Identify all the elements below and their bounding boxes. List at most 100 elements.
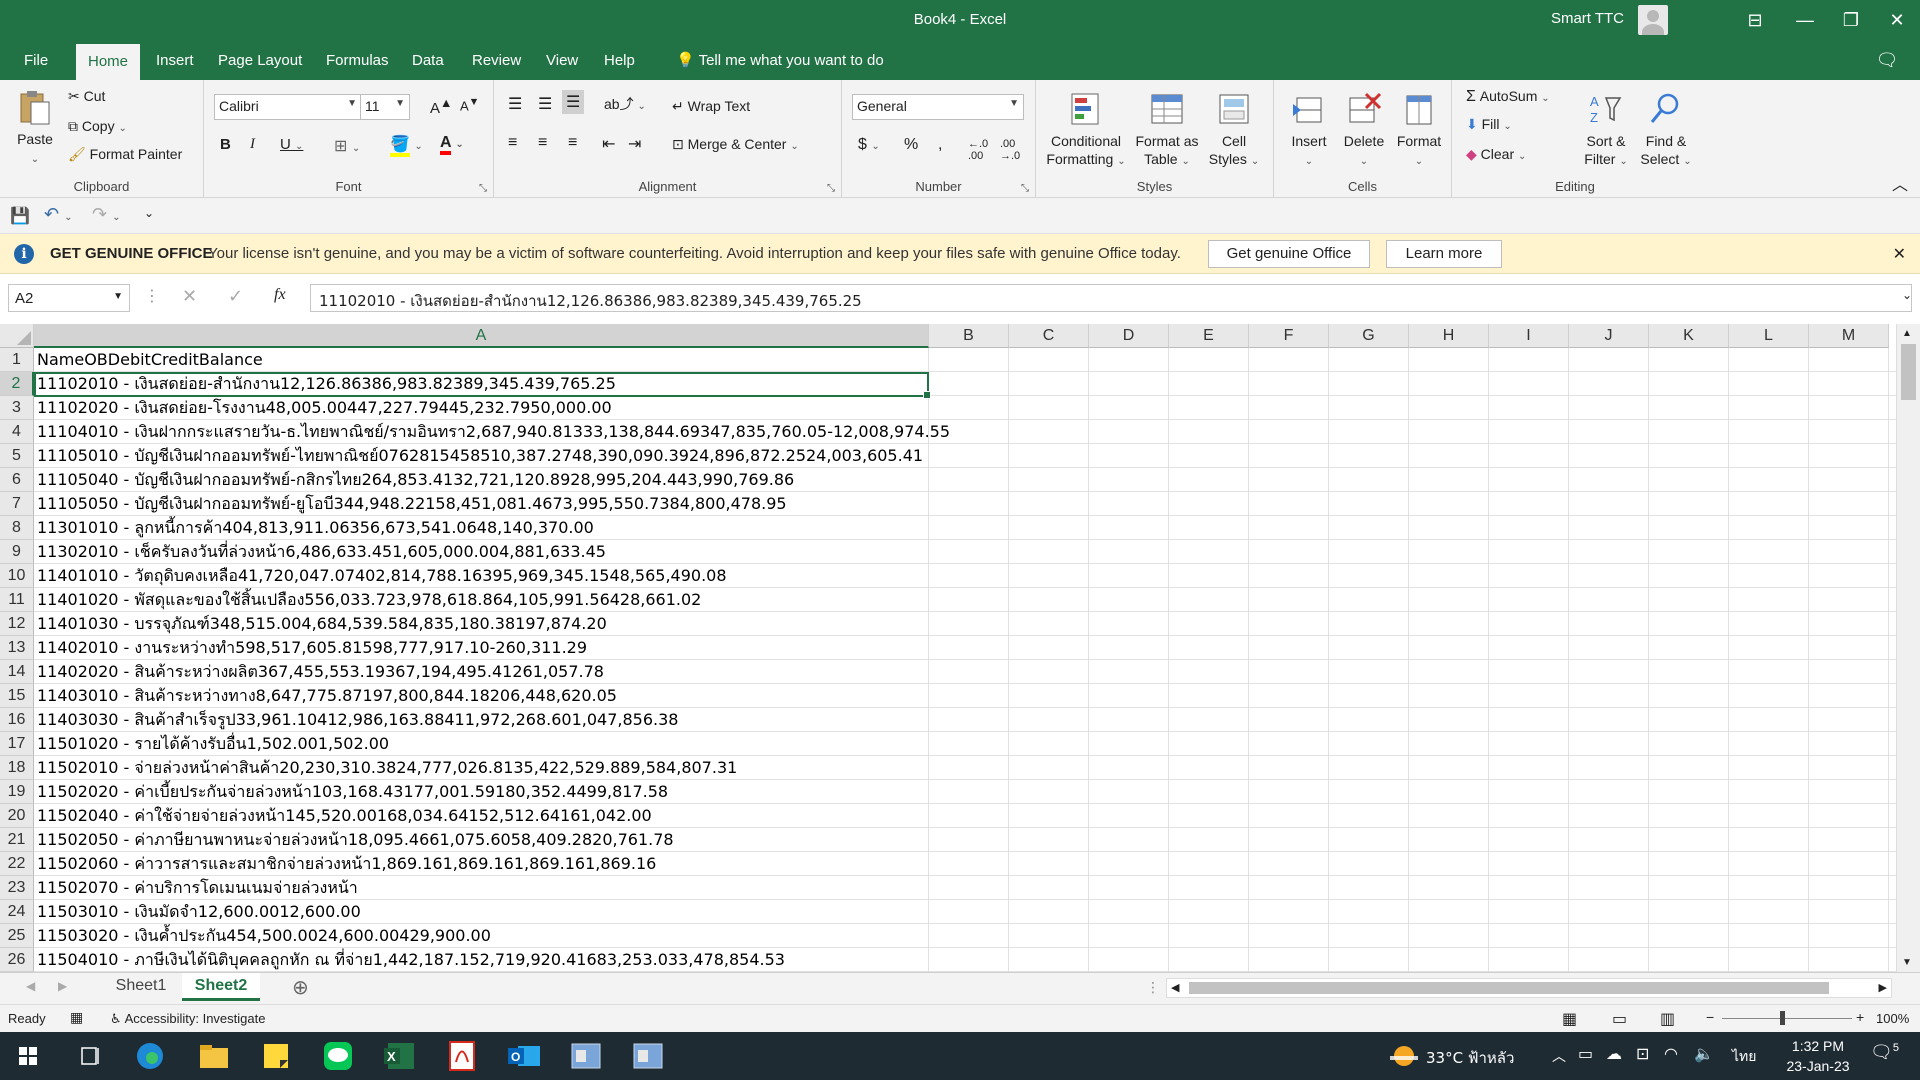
column-header-m[interactable]: M (1809, 324, 1889, 348)
tab-insert[interactable]: Insert (144, 40, 206, 80)
close-icon[interactable]: ✕ (1874, 0, 1920, 40)
outlook-icon[interactable]: O (504, 1038, 544, 1074)
horizontal-scrollbar[interactable]: ◀ ▶ (1166, 978, 1892, 998)
align-top-icon[interactable]: ☰ (508, 94, 522, 114)
row-header[interactable]: 20 (0, 804, 34, 828)
scroll-down-icon[interactable]: ▼ (1902, 957, 1912, 968)
cell-a[interactable]: 11402020 - สินค้าระหว่างผลิต367,455,553.… (34, 660, 929, 684)
macro-record-icon[interactable]: ▦ (70, 1009, 83, 1026)
customize-qat-icon[interactable]: ⌄ (144, 206, 154, 220)
comma-style-icon[interactable]: , (938, 136, 942, 154)
wrap-text-button[interactable]: ↵ Wrap Text (672, 98, 750, 115)
cut-button[interactable]: ✂ Cut (68, 88, 105, 105)
row-header[interactable]: 13 (0, 636, 34, 660)
row-header[interactable]: 23 (0, 876, 34, 900)
bold-icon[interactable]: B (220, 136, 231, 153)
format-as-table-button[interactable]: Format as Table ⌄ (1132, 90, 1202, 171)
weather-icon[interactable] (1390, 1044, 1420, 1068)
cell-a[interactable]: NameOBDebitCreditBalance (34, 348, 929, 372)
merge-center-button[interactable]: ⊡ Merge & Center ⌄ (672, 136, 799, 153)
autosum-button[interactable]: Σ AutoSum ⌄ (1466, 88, 1550, 106)
column-header-k[interactable]: K (1649, 324, 1729, 348)
collapse-ribbon-icon[interactable]: ︿ (1892, 171, 1908, 195)
row-header[interactable]: 5 (0, 444, 34, 468)
row-header[interactable]: 10 (0, 564, 34, 588)
scroll-left-icon[interactable]: ◀ (1171, 981, 1179, 994)
column-header-a[interactable]: A (34, 324, 929, 348)
scroll-up-icon[interactable]: ▲ (1902, 328, 1912, 339)
restore-icon[interactable]: ❐ (1828, 0, 1874, 40)
column-header-e[interactable]: E (1169, 324, 1249, 348)
row-header[interactable]: 18 (0, 756, 34, 780)
cell-a[interactable]: 11105040 - บัญชีเงินฝากออมทรัพย์-กสิกรไท… (34, 468, 929, 492)
increase-decimal-icon[interactable]: ←.0.00 (968, 138, 988, 162)
tab-split-handle[interactable]: ⋮ (1146, 979, 1160, 996)
learn-more-button[interactable]: Learn more (1386, 240, 1502, 268)
worksheet-grid[interactable]: ABCDEFGHIJKLM 1 NameOBDebitCreditBalance 2… (0, 324, 1896, 972)
wifi-icon[interactable]: ◠ (1664, 1044, 1678, 1064)
insert-function-icon[interactable]: fx (274, 286, 286, 304)
column-header-g[interactable]: G (1329, 324, 1409, 348)
row-header[interactable]: 17 (0, 732, 34, 756)
vertical-scrollbar[interactable]: ▲ ▼ (1896, 324, 1920, 972)
zoom-slider[interactable] (1722, 1018, 1852, 1019)
tab-data[interactable]: Data (400, 40, 456, 80)
line-app-icon[interactable] (318, 1038, 358, 1074)
row-header[interactable]: 8 (0, 516, 34, 540)
network-status-icon[interactable]: ⊡ (1636, 1044, 1649, 1064)
align-bottom-icon[interactable]: ☰ (562, 90, 585, 114)
volume-icon[interactable]: 🔈 (1694, 1044, 1714, 1064)
column-header-b[interactable]: B (929, 324, 1009, 348)
user-name[interactable]: Smart TTC (1551, 10, 1624, 27)
cell-a[interactable]: 11401030 - บรรจุภัณฑ์348,515.004,684,539… (34, 612, 929, 636)
confirm-entry-icon[interactable]: ✓ (228, 286, 243, 307)
battery-icon[interactable]: ▭ (1578, 1044, 1593, 1064)
tab-page-layout[interactable]: Page Layout (206, 40, 314, 80)
cell-a[interactable]: 11105050 - บัญชีเงินฝากออมทรัพย์-ยูโอบี3… (34, 492, 929, 516)
zoom-slider-thumb[interactable] (1780, 1011, 1785, 1025)
onedrive-cloud-icon[interactable]: ☁ (1606, 1044, 1622, 1064)
cell-a[interactable]: 11302010 - เช็ครับลงวันที่ล่วงหน้า6,486,… (34, 540, 929, 564)
format-cells-button[interactable]: Format ⌄ (1390, 90, 1448, 171)
tell-me-search[interactable]: 💡 Tell me what you want to do (664, 40, 896, 80)
align-right-icon[interactable]: ≡ (568, 134, 577, 152)
cell-a[interactable]: 11401010 - วัตถุดิบคงเหลือ41,720,047.074… (34, 564, 929, 588)
expand-formula-icon[interactable]: ⌄ (1902, 288, 1912, 302)
row-header[interactable]: 15 (0, 684, 34, 708)
decrease-indent-icon[interactable]: ⇤ (602, 134, 615, 154)
align-center-icon[interactable]: ≡ (538, 134, 547, 152)
number-dialog-launcher-icon[interactable]: ⤡ (1021, 183, 1029, 194)
increase-indent-icon[interactable]: ⇥ (628, 134, 641, 154)
decrease-font-icon[interactable]: A▼ (460, 96, 479, 113)
column-header-l[interactable]: L (1729, 324, 1809, 348)
align-left-icon[interactable]: ≡ (508, 134, 517, 152)
font-dialog-launcher-icon[interactable]: ⤡ (479, 183, 487, 194)
cell-a[interactable]: 11502070 - ค่าบริการโดเมนเนมจ่ายล่วงหน้า (34, 876, 929, 900)
align-middle-icon[interactable]: ☰ (538, 94, 552, 114)
prev-sheet-icon[interactable]: ◀ (26, 979, 35, 993)
cell-a[interactable]: 11402010 - งานระหว่างทำ598,517,605.81598… (34, 636, 929, 660)
file-explorer-icon[interactable] (194, 1038, 234, 1074)
input-language[interactable]: ไทย (1732, 1046, 1756, 1068)
cell-a[interactable]: 11403030 - สินค้าสำเร็จรูป33,961.10412,9… (34, 708, 929, 732)
zoom-out-icon[interactable]: − (1706, 1009, 1714, 1025)
redo-icon[interactable]: ↷ ⌄ (92, 204, 120, 225)
select-all-corner[interactable] (0, 324, 34, 348)
column-header-d[interactable]: D (1089, 324, 1169, 348)
number-format-select[interactable]: General ▼ (852, 94, 1024, 120)
name-box[interactable]: A2 ▼ (8, 284, 130, 312)
vertical-scroll-thumb[interactable] (1901, 344, 1916, 400)
row-header[interactable]: 3 (0, 396, 34, 420)
cell-a[interactable]: 11502010 - จ่ายล่วงหน้าค่าสินค้า20,230,3… (34, 756, 929, 780)
cell-styles-button[interactable]: Cell Styles ⌄ (1202, 90, 1266, 171)
cell-a[interactable]: 11502060 - ค่าวารสารและสมาชิกจ่ายล่วงหน้… (34, 852, 929, 876)
copy-button[interactable]: ⧉ Copy ⌄ (68, 118, 127, 135)
cell-a[interactable]: 11502040 - ค่าใช้จ่ายจ่ายล่วงหน้า145,520… (34, 804, 929, 828)
row-header[interactable]: 25 (0, 924, 34, 948)
cell-a[interactable]: 11501020 - รายได้ค้างรับอื่น1,502.001,50… (34, 732, 929, 756)
row-header[interactable]: 2 (0, 372, 34, 396)
page-break-view-icon[interactable]: ▥ (1660, 1009, 1675, 1029)
cell-a[interactable]: 11105010 - บัญชีเงินฝากออมทรัพย์-ไทยพาณิ… (34, 444, 929, 468)
cell-a[interactable]: 11503020 - เงินค้ำประกัน454,500.0024,600… (34, 924, 929, 948)
scroll-right-icon[interactable]: ▶ (1879, 981, 1887, 994)
